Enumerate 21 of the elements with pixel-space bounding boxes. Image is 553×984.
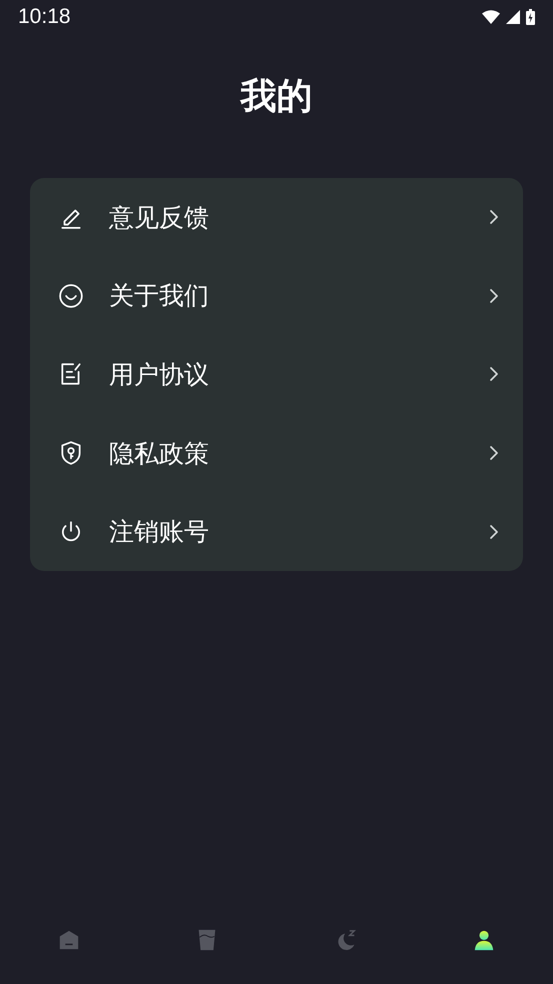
menu-item[interactable]: 注销账号 — [30, 492, 523, 571]
menu-item[interactable]: 关于我们 — [30, 256, 523, 336]
menu-label: 注销账号 — [109, 516, 210, 548]
wifi-icon — [482, 10, 500, 24]
page-title: 我的 — [239, 75, 314, 119]
battery-icon — [526, 9, 535, 25]
status-time: 10:18 — [18, 5, 71, 29]
chevron-right-icon — [489, 445, 499, 462]
menu-item[interactable]: 用户协议 — [30, 335, 523, 414]
menu-item[interactable]: 意见反馈 — [30, 178, 523, 257]
signal-icon — [506, 10, 520, 24]
smile-icon — [58, 282, 84, 309]
menu-label: 关于我们 — [109, 280, 210, 312]
chevron-right-icon — [489, 288, 499, 304]
menu-label: 用户协议 — [109, 358, 210, 391]
menu-label: 隐私政策 — [109, 438, 210, 470]
chevron-right-icon — [489, 524, 499, 540]
chevron-right-icon — [489, 366, 499, 382]
menu-label: 意见反馈 — [109, 202, 210, 234]
menu-item[interactable]: 隐私政策 — [30, 414, 523, 492]
chevron-right-icon — [489, 209, 499, 226]
